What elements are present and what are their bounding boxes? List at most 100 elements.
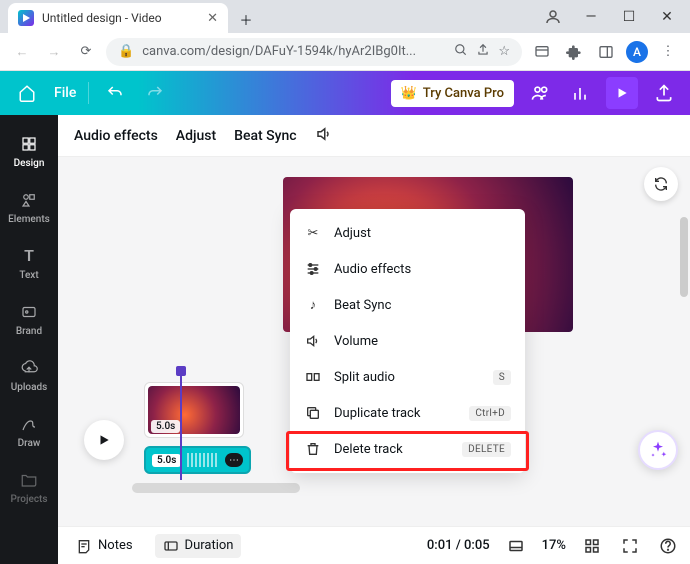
playhead[interactable] (180, 370, 182, 480)
new-tab-button[interactable]: ＋ (232, 5, 260, 33)
help-icon[interactable] (656, 534, 680, 558)
menu-item-volume[interactable]: Volume (290, 323, 525, 359)
video-track-clip[interactable]: 5.0s (144, 382, 244, 438)
toolbar-beat-sync[interactable]: Beat Sync (234, 128, 296, 144)
clip-menu-icon[interactable]: ⋯ (225, 453, 243, 467)
menu-label: Delete track (334, 442, 450, 457)
crown-icon: 👑 (401, 86, 417, 101)
fullscreen-icon[interactable] (618, 534, 642, 558)
sidebar-label: Brand (16, 326, 42, 337)
back-button[interactable]: ← (10, 40, 34, 64)
share-icon[interactable] (476, 43, 490, 61)
sidebar-item-brand[interactable]: Brand (0, 291, 58, 347)
duration-label: Duration (185, 538, 234, 553)
sidebar-item-elements[interactable]: Elements (0, 179, 58, 235)
play-button[interactable] (84, 420, 124, 460)
try-pro-label: Try Canva Pro (423, 86, 504, 101)
menu-label: Volume (334, 334, 511, 349)
sidebar-item-design[interactable]: Design (0, 123, 58, 179)
sidebar-label: Projects (10, 494, 47, 505)
sidebar-label: Text (19, 270, 38, 281)
menu-icon[interactable]: ⋮ (656, 40, 680, 64)
browser-tab[interactable]: Untitled design - Video ✕ (8, 3, 228, 33)
duration-button[interactable]: Duration (155, 534, 242, 558)
regenerate-button[interactable] (644, 167, 678, 201)
clip-duration: 5.0s (152, 454, 181, 467)
trash-icon (304, 441, 322, 457)
redo-button[interactable] (141, 79, 169, 107)
zoom-level[interactable]: 17% (542, 538, 566, 553)
notes-label: Notes (98, 538, 133, 553)
sidebar-label: Design (14, 158, 45, 169)
try-canva-pro-button[interactable]: 👑 Try Canva Pro (391, 80, 514, 107)
install-icon[interactable] (530, 40, 554, 64)
toolbar-adjust[interactable]: Adjust (176, 128, 216, 144)
draw-icon (20, 414, 38, 434)
editor-footer: Notes Duration 0:01 / 0:05 17% (58, 526, 690, 564)
menu-label: Audio effects (334, 262, 511, 277)
collaborators-icon[interactable] (526, 79, 554, 107)
url-bar[interactable]: 🔒 canva.com/design/DAFuY-1594k/hyAr2IBg0… (106, 38, 522, 66)
sidebar-item-text[interactable]: T Text (0, 235, 58, 291)
url-text: canva.com/design/DAFuY-1594k/hyAr2IBg0It… (142, 44, 446, 59)
profile-avatar[interactable]: A (626, 41, 648, 63)
grid-view-icon[interactable] (580, 534, 604, 558)
audio-track-clip[interactable]: 5.0s ⋯ (144, 446, 251, 474)
menu-item-audio-effects[interactable]: Audio effects (290, 251, 525, 287)
sidebar-item-draw[interactable]: Draw (0, 403, 58, 459)
vertical-scrollbar[interactable] (680, 157, 688, 526)
bookmark-icon[interactable]: ☆ (498, 44, 510, 59)
elements-icon (20, 190, 38, 210)
music-icon: ♪ (304, 297, 322, 313)
waveform (187, 453, 219, 467)
menu-item-adjust[interactable]: ✂Adjust (290, 215, 525, 251)
lock-icon: 🔒 (118, 44, 134, 59)
search-icon[interactable] (454, 43, 468, 61)
browser-addressbar: ← → ⟳ 🔒 canva.com/design/DAFuY-1594k/hyA… (0, 33, 690, 71)
notes-button[interactable]: Notes (68, 534, 141, 558)
volume-icon (304, 333, 322, 349)
horizontal-scrollbar[interactable] (132, 483, 300, 493)
shortcut: DELETE (462, 442, 511, 457)
sliders-icon (304, 261, 322, 277)
volume-icon[interactable] (315, 125, 333, 147)
text-icon: T (24, 246, 34, 266)
undo-button[interactable] (101, 79, 129, 107)
app-toolbar: File 👑 Try Canva Pro (0, 71, 690, 115)
menu-label: Duplicate track (334, 406, 457, 421)
toolbar-audio-effects[interactable]: Audio effects (74, 128, 158, 144)
shortcut: S (493, 370, 511, 385)
minimize-button[interactable]: — (576, 7, 606, 27)
window-titlebar: Untitled design - Video ✕ ＋ — ☐ ✕ (0, 0, 690, 33)
share-button[interactable] (650, 79, 678, 107)
sidebar-label: Elements (8, 214, 50, 225)
sidepanel-icon[interactable] (594, 40, 618, 64)
brand-icon (20, 302, 38, 322)
forward-button[interactable]: → (42, 40, 66, 64)
scissors-icon: ✂ (304, 226, 322, 241)
menu-item-duplicate-track[interactable]: Duplicate trackCtrl+D (290, 395, 525, 431)
duplicate-icon (304, 405, 322, 421)
audio-toolbar: Audio effects Adjust Beat Sync (58, 115, 690, 157)
sidebar-label: Draw (18, 438, 41, 449)
maximize-button[interactable]: ☐ (614, 7, 644, 27)
menu-item-split-audio[interactable]: Split audioS (290, 359, 525, 395)
analytics-icon[interactable] (566, 79, 594, 107)
pages-icon[interactable] (504, 534, 528, 558)
sidebar-item-projects[interactable]: Projects (0, 459, 58, 515)
extensions-icon[interactable] (562, 40, 586, 64)
design-icon (20, 134, 38, 154)
menu-item-beat-sync[interactable]: ♪Beat Sync (290, 287, 525, 323)
home-button[interactable] (12, 78, 42, 108)
projects-icon (20, 470, 38, 490)
user-icon[interactable] (538, 7, 568, 27)
close-tab-icon[interactable]: ✕ (207, 11, 218, 26)
split-icon (304, 369, 322, 385)
reload-button[interactable]: ⟳ (74, 40, 98, 64)
sidebar-item-uploads[interactable]: Uploads (0, 347, 58, 403)
menu-item-delete-track[interactable]: Delete track DELETE (290, 431, 525, 467)
file-menu[interactable]: File (54, 85, 76, 101)
present-button[interactable] (606, 77, 638, 109)
close-window-button[interactable]: ✕ (652, 7, 682, 27)
sidebar-label: Uploads (11, 382, 48, 393)
